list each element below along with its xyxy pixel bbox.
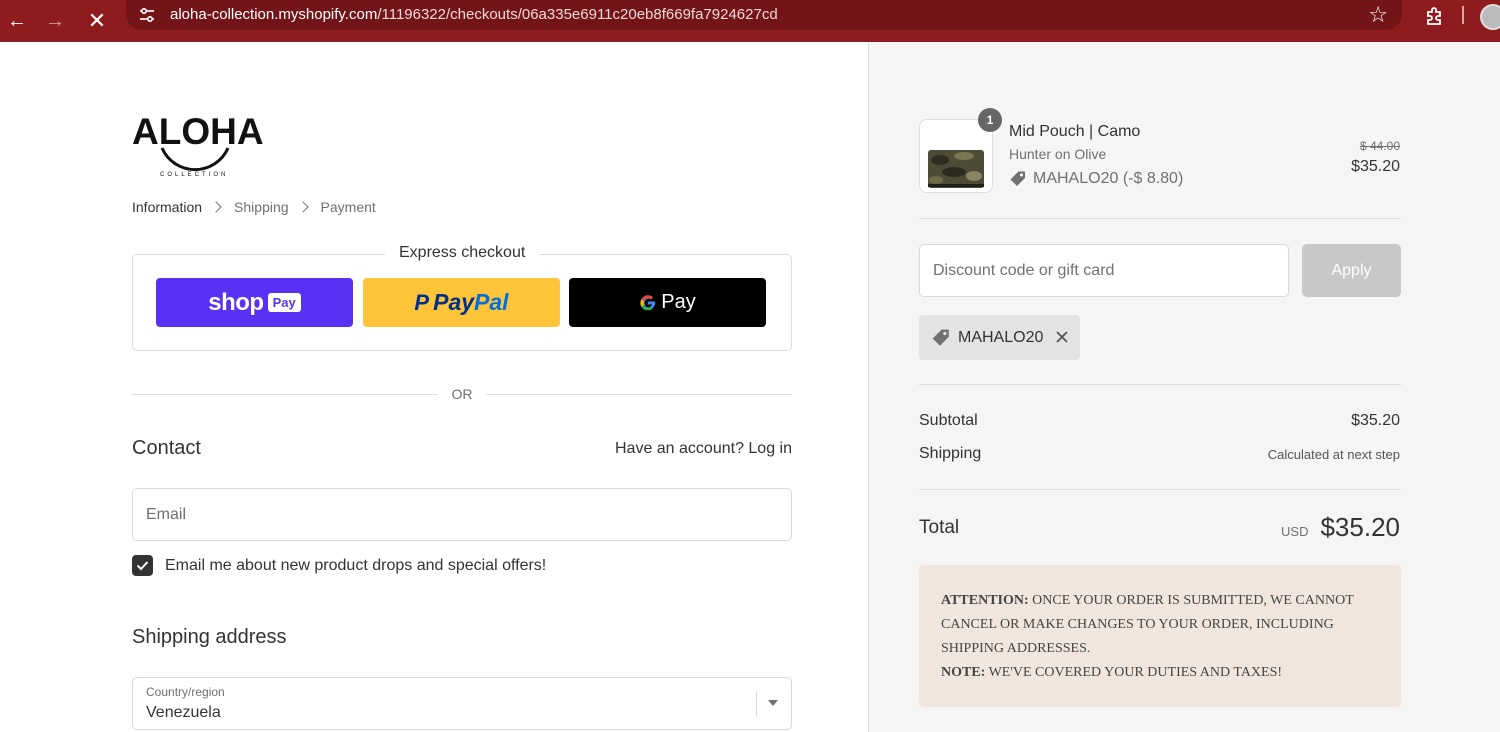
checkmark-icon [136, 561, 149, 571]
site-settings-icon[interactable] [138, 6, 156, 24]
profile-avatar[interactable] [1480, 4, 1500, 30]
breadcrumb-payment: Payment [320, 199, 376, 215]
stop-loading-icon[interactable]: ✕ [82, 6, 112, 36]
chevron-right-icon [210, 201, 222, 213]
product-discount: MAHALO20 (-$ 8.80) [1009, 170, 1183, 188]
note-label: NOTE: [941, 665, 986, 680]
checkout-main: ALOHA COLLECTION Information Shipping Pa… [0, 42, 868, 732]
total-amount: $35.20 [1320, 512, 1400, 542]
forward-arrow-icon[interactable]: → [40, 6, 70, 36]
total-value-group: USD $35.20 [1281, 512, 1400, 543]
optin-label: Email me about new product drops and spe… [165, 556, 547, 574]
back-arrow-icon[interactable]: ← [2, 6, 32, 36]
logo-subtext: COLLECTION [160, 172, 228, 178]
summary-divider [919, 384, 1401, 385]
note-text: WE'VE COVERED YOUR DUTIES AND TAXES! [988, 665, 1283, 680]
paypal-word-pal: Pal [474, 289, 509, 315]
url-path: /11196322/checkouts/06a335e6911c20eb8f66… [377, 6, 778, 23]
browser-toolbar: ← → ✕ aloha-collection.myshopify.com/111… [0, 0, 1500, 42]
or-divider: OR [132, 385, 792, 403]
url-host: aloha-collection.myshopify.com [170, 6, 378, 23]
breadcrumb-information[interactable]: Information [132, 199, 202, 215]
product-name: Mid Pouch | Camo [1009, 123, 1141, 140]
contact-heading: Contact [132, 437, 201, 459]
country-label: Country/region [146, 685, 225, 699]
shipping-label: Shipping [919, 445, 982, 462]
apply-discount-button[interactable]: Apply [1302, 244, 1401, 297]
address-bar[interactable]: aloha-collection.myshopify.com/11196322/… [126, 0, 1402, 30]
order-summary: 1 Mid Pouch | Camo Hunter on Olive MAHAL… [868, 42, 1500, 732]
applied-discount-tag: MAHALO20 [919, 315, 1080, 360]
email-input[interactable] [132, 488, 792, 541]
bookmark-star-icon[interactable]: ☆ [1368, 3, 1388, 27]
breadcrumb: Information Shipping Payment [132, 199, 376, 215]
summary-divider [919, 218, 1401, 219]
marketing-optin[interactable]: Email me about new product drops and spe… [132, 555, 546, 576]
express-checkout-title: Express checkout [385, 244, 540, 262]
or-text: OR [451, 386, 473, 402]
extensions-icon[interactable] [1422, 5, 1446, 29]
country-value: Venezuela [146, 704, 221, 721]
shop-pay-wordmark: shop [208, 288, 264, 316]
total-label: Total [919, 517, 960, 538]
select-divider [756, 692, 757, 716]
paypal-icon: P [414, 289, 430, 315]
divider-line [132, 394, 438, 395]
paypal-wordmark: PayPal [433, 289, 508, 316]
chevron-right-icon [296, 201, 309, 213]
tag-icon [932, 329, 949, 346]
url-text: aloha-collection.myshopify.com/11196322/… [170, 6, 778, 23]
country-select[interactable]: Country/region Venezuela [132, 677, 792, 730]
paypal-button[interactable]: P PayPal [363, 278, 560, 327]
original-price: $ 44.00 [1359, 139, 1400, 153]
google-g-icon [640, 294, 656, 310]
quantity-badge: 1 [978, 108, 1002, 132]
google-pay-button[interactable]: Pay [569, 278, 766, 327]
camo-pouch-image [928, 150, 984, 188]
discount-code-input[interactable] [919, 244, 1289, 297]
shop-pay-badge: Pay [267, 293, 301, 312]
breadcrumb-shipping: Shipping [234, 199, 289, 215]
shipping-address-heading: Shipping address [132, 626, 287, 648]
attention-label: ATTENTION: [941, 593, 1029, 608]
product-variant: Hunter on Olive [1009, 146, 1107, 162]
optin-checkbox[interactable] [132, 555, 153, 576]
paypal-word-pay: Pay [433, 289, 475, 315]
product-thumbnail [919, 119, 993, 193]
summary-divider [919, 489, 1401, 490]
subtotal-label: Subtotal [919, 412, 978, 429]
discounted-price: $35.20 [1351, 158, 1400, 175]
remove-discount-icon[interactable] [1054, 329, 1070, 345]
express-checkout: Express checkout shop Pay P PayPal Pay [132, 244, 792, 351]
logo-wordmark: ALOHA [132, 111, 264, 152]
google-pay-wordmark: Pay [639, 291, 696, 314]
tag-icon [1010, 171, 1025, 186]
subtotal-value: $35.20 [1351, 412, 1400, 429]
total-currency: USD [1281, 524, 1309, 539]
applied-discount-code: MAHALO20 [958, 328, 1044, 346]
aloha-logo[interactable]: ALOHA COLLECTION [132, 104, 272, 180]
shop-pay-button[interactable]: shop Pay [156, 278, 353, 327]
login-link[interactable]: Have an account? Log in [540, 440, 792, 458]
shipping-value: Calculated at next step [1267, 447, 1400, 462]
divider-line [486, 394, 792, 395]
product-discount-text: MAHALO20 (-$ 8.80) [1033, 170, 1184, 187]
chevron-down-icon [768, 700, 778, 706]
order-notice: ATTENTION: ONCE YOUR ORDER IS SUBMITTED,… [919, 565, 1401, 707]
google-pay-label: Pay [661, 291, 696, 313]
toolbar-divider [1462, 6, 1464, 24]
